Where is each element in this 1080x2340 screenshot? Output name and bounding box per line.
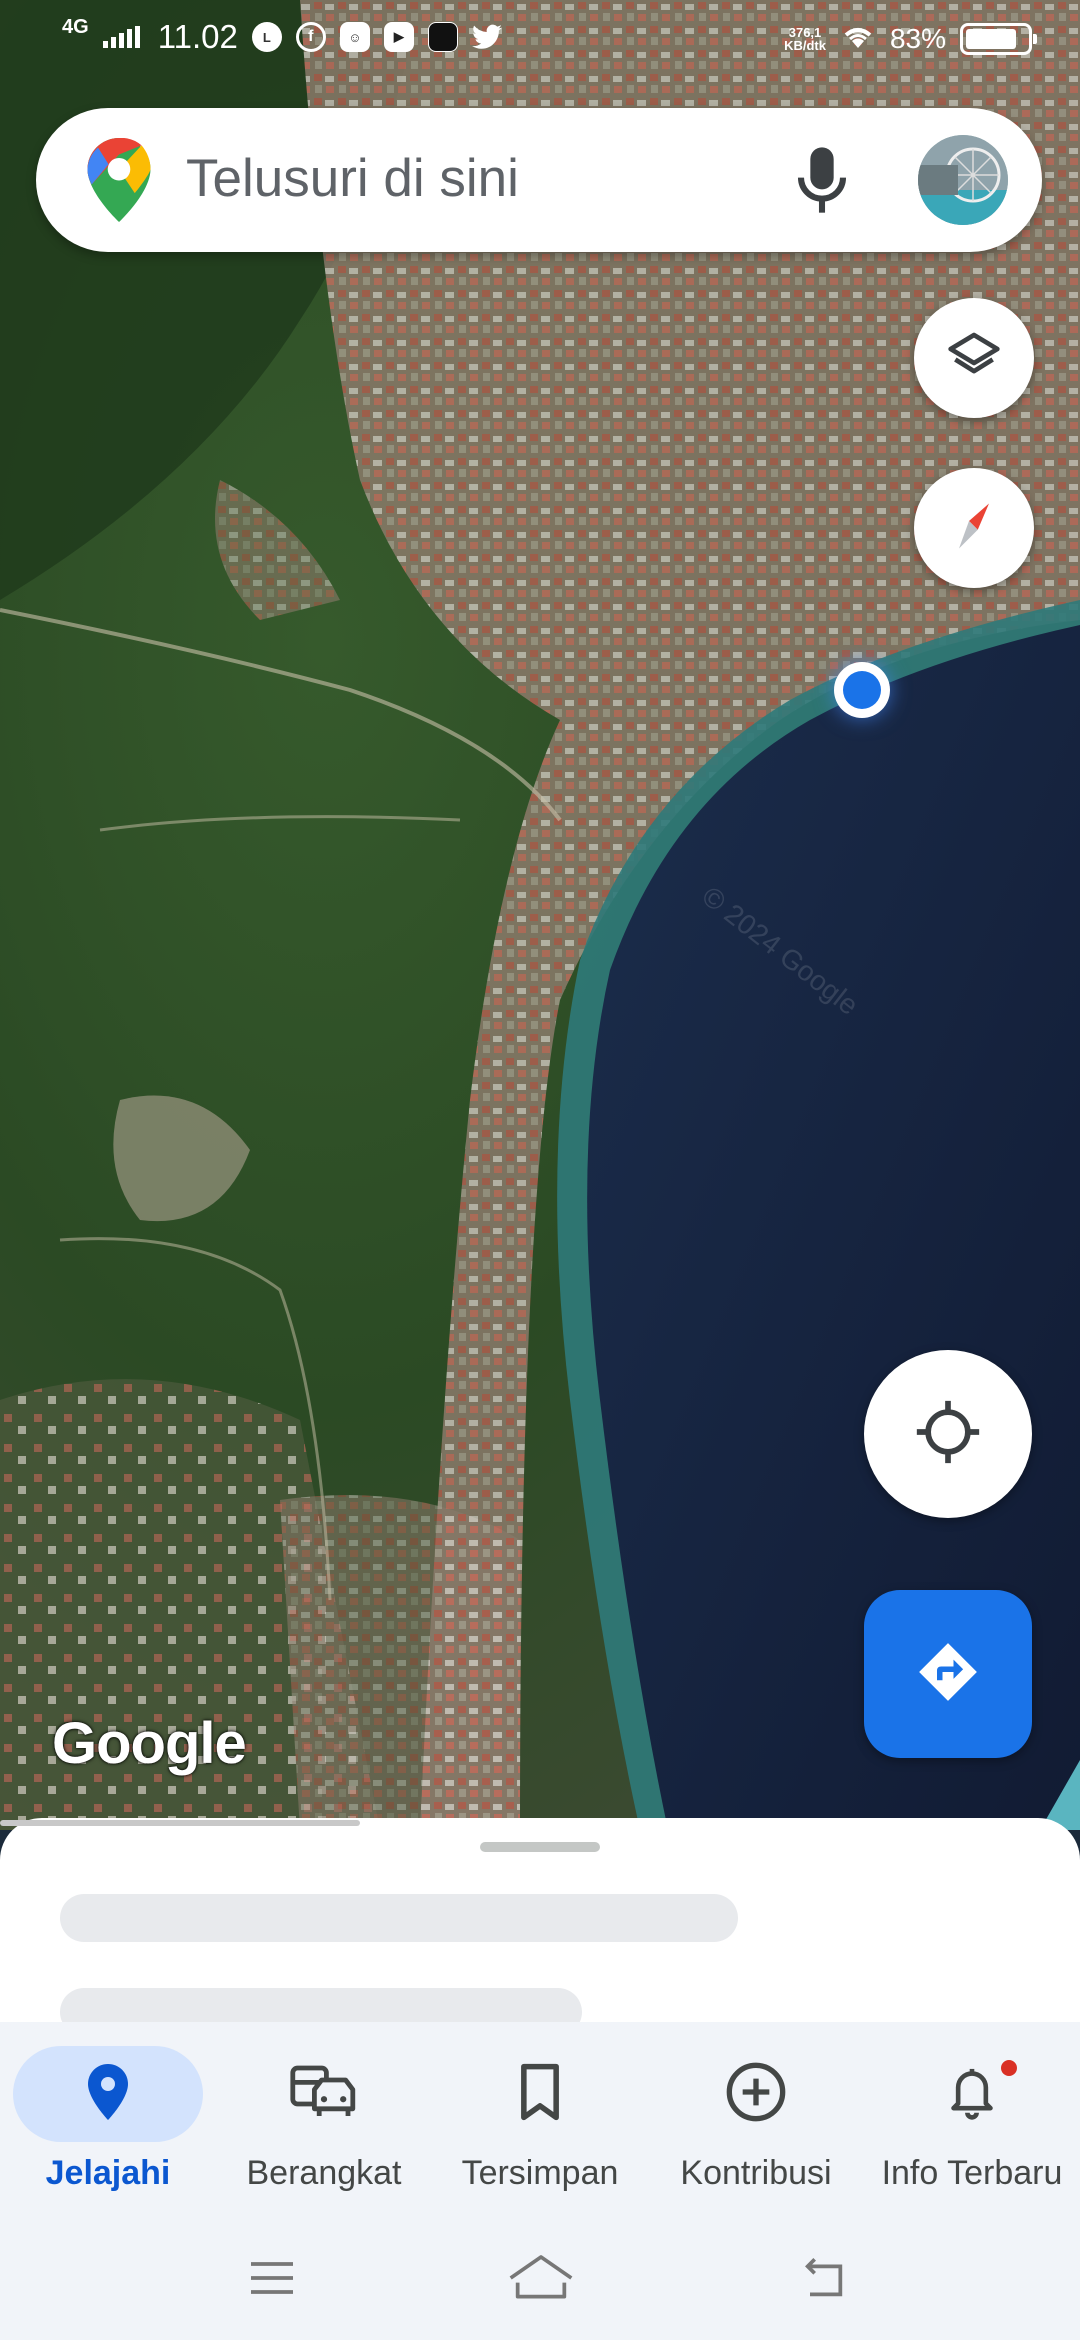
nav-label: Info Terbaru	[881, 2154, 1063, 2192]
status-bar: 4G 11.02 L f ☺ ▶ 376,1 KB/dtk 83%	[0, 0, 1080, 84]
search-bar[interactable]: Telusuri di sini	[36, 108, 1042, 252]
directions-button[interactable]	[864, 1590, 1032, 1758]
my-location-button[interactable]	[864, 1350, 1032, 1518]
app-notification-icon: ▶	[383, 22, 414, 52]
notification-dot	[1001, 2060, 1017, 2076]
directions-icon	[915, 1639, 981, 1710]
nav-item-kontribusi[interactable]: Kontribusi	[648, 2032, 864, 2192]
search-input[interactable]: Telusuri di sini	[186, 148, 519, 209]
facebook-icon: f	[295, 22, 326, 52]
network-speed: 376,1 KB/dtk	[784, 24, 826, 53]
nav-label: Tersimpan	[461, 2154, 619, 2192]
nav-label: Jelajahi	[45, 2154, 171, 2192]
system-navigation-bar	[0, 2220, 1080, 2340]
discord-icon: ☺	[339, 22, 370, 52]
crosshair-icon	[914, 1398, 982, 1471]
status-time: 11.02	[157, 18, 238, 55]
google-maps-pin-icon	[86, 137, 152, 227]
bell-icon	[944, 2062, 1000, 2127]
battery-percent: 83%	[889, 22, 946, 54]
menu-icon[interactable]	[244, 2250, 300, 2311]
avatar[interactable]	[918, 135, 1008, 225]
nav-label: Kontribusi	[680, 2154, 832, 2192]
back-icon[interactable]	[796, 2250, 852, 2311]
network-type: 4G	[62, 15, 89, 38]
nav-item-jelajahi[interactable]: Jelajahi	[0, 2032, 216, 2192]
layers-button[interactable]	[914, 298, 1034, 418]
layers-icon	[946, 328, 1002, 389]
nav-item-info-terbaru[interactable]: Info Terbaru	[864, 2032, 1080, 2192]
nav-item-berangkat[interactable]: Berangkat	[216, 2032, 432, 2192]
add-circle-icon	[724, 2060, 788, 2129]
current-location-dot	[834, 662, 890, 718]
explore-pin-icon	[84, 2062, 132, 2127]
commute-icon	[288, 2062, 360, 2127]
sheet-drag-handle[interactable]	[480, 1842, 600, 1852]
home-icon[interactable]	[506, 2250, 576, 2311]
signal-icon	[102, 26, 140, 48]
compass-button[interactable]	[914, 468, 1034, 588]
twitter-icon	[471, 22, 502, 52]
loading-placeholder	[60, 1894, 738, 1942]
line-app-icon: L	[251, 22, 282, 52]
nav-item-tersimpan[interactable]: Tersimpan	[432, 2032, 648, 2192]
nav-label: Berangkat	[246, 2154, 402, 2192]
battery-icon	[960, 22, 1037, 55]
wifi-icon	[840, 22, 876, 55]
bookmark-icon	[516, 2062, 564, 2127]
compass-icon	[944, 496, 1004, 561]
app-notification-icon	[427, 22, 458, 52]
google-watermark: Google	[52, 1711, 247, 1776]
satellite-map[interactable]: © 2024 Google	[0, 0, 1080, 1830]
mic-icon[interactable]	[794, 142, 850, 223]
loading-progress-bar	[0, 1820, 360, 1826]
